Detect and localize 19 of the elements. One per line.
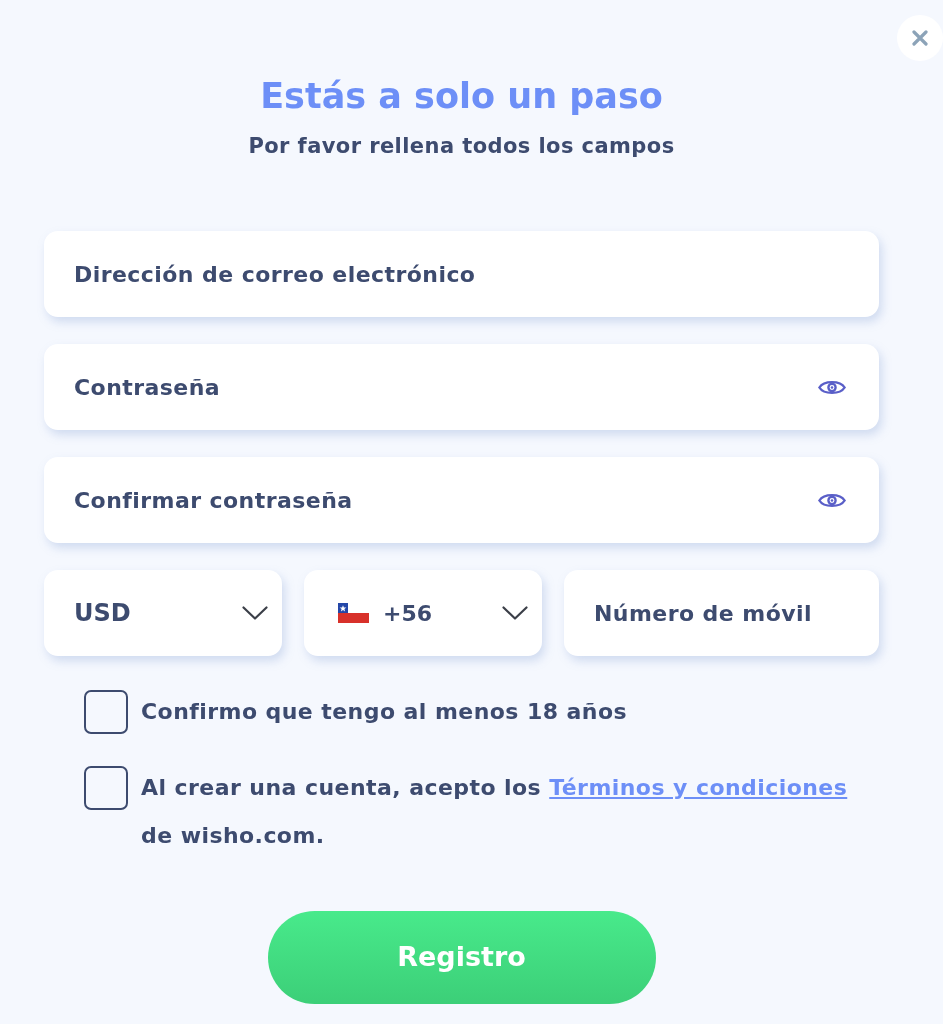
flag-icon — [338, 603, 369, 623]
terms-text: Al crear una cuenta, acepto los Términos y condiciones de wisho.com. — [141, 774, 848, 850]
subtitle: Por favor rellena todos los campos — [247, 133, 676, 159]
close-button[interactable] — [897, 15, 943, 61]
checkbox[interactable] — [84, 766, 128, 810]
email-field[interactable]: Dirección de correo electrónico — [44, 231, 879, 317]
title: Estás a solo un paso — [259, 76, 664, 116]
close-icon — [912, 30, 928, 46]
eye-icon[interactable] — [818, 491, 846, 510]
password-field[interactable]: Confirmar contraseña — [44, 457, 879, 543]
chevron-down-icon — [242, 606, 268, 620]
password-field[interactable]: Contraseña — [44, 344, 879, 430]
country-code-select[interactable]: +56 — [304, 570, 542, 656]
checkbox[interactable] — [84, 690, 128, 734]
eye-icon[interactable] — [818, 378, 846, 397]
chevron-down-icon — [502, 606, 528, 620]
phone-number-field[interactable]: Número de móvil — [564, 570, 879, 656]
checkbox-label: Confirmo que tengo al menos 18 años — [141, 698, 627, 726]
currency-select[interactable]: USD — [44, 570, 282, 656]
